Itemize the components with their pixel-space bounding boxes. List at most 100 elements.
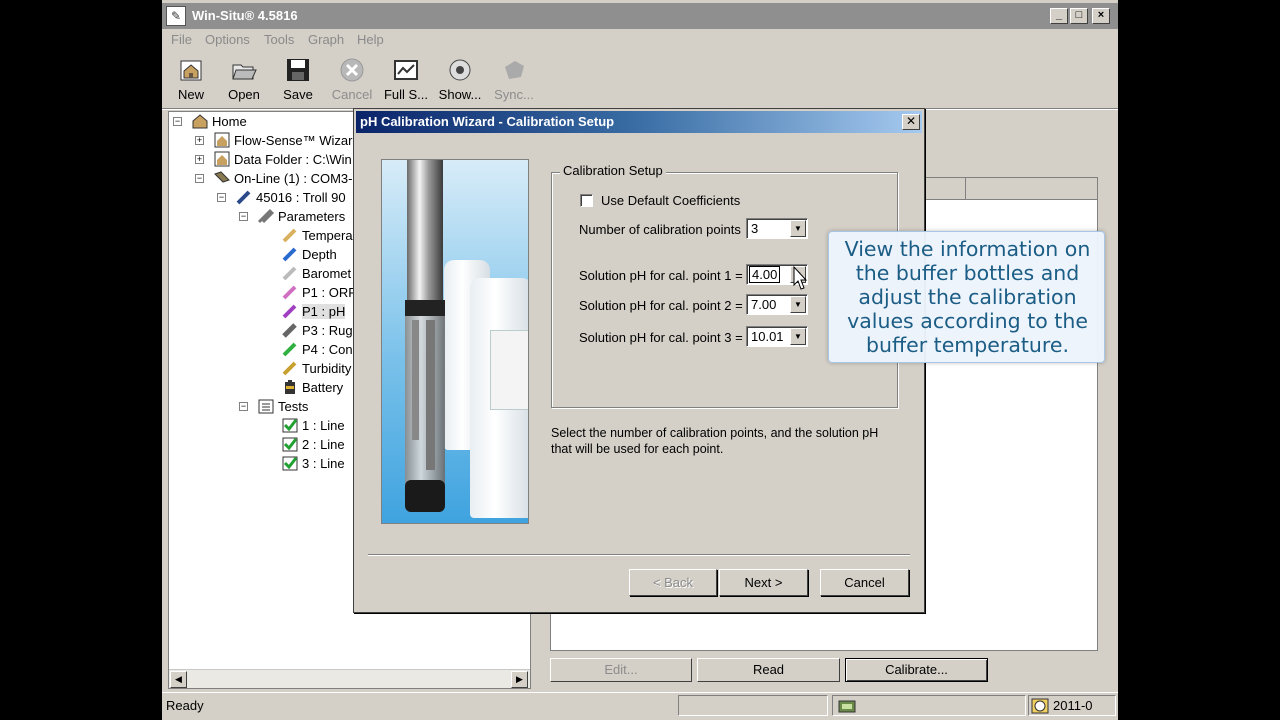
test-check-icon — [281, 436, 299, 452]
collapse-icon[interactable]: − — [239, 212, 248, 221]
tree-item-depth[interactable]: Depth — [281, 245, 337, 264]
point1-label: Solution pH for cal. point 1 = — [579, 268, 743, 283]
probe-photo — [381, 159, 529, 524]
dropdown-arrow-icon[interactable]: ▼ — [790, 220, 806, 237]
probe-icon — [235, 189, 253, 205]
sync-button[interactable]: Sync... — [488, 54, 540, 106]
turbidity-sensor-icon — [281, 360, 299, 376]
tree-item-turbidity[interactable]: Turbidity — [281, 359, 351, 378]
parameters-icon — [257, 208, 275, 224]
use-default-coefficients-checkbox[interactable] — [580, 194, 593, 207]
expand-icon[interactable]: + — [195, 155, 204, 164]
tree-item-test-3[interactable]: 3 : Line — [281, 454, 345, 473]
tree-item-temperature[interactable]: Tempera — [281, 226, 353, 245]
dropdown-arrow-icon[interactable]: ▼ — [790, 328, 806, 345]
new-button[interactable]: New — [165, 54, 217, 106]
edit-button[interactable]: Edit... — [550, 658, 692, 682]
callout-text: View the information on the buffer bottl… — [844, 237, 1091, 357]
temperature-sensor-icon — [281, 227, 299, 243]
num-points-select[interactable]: 3 ▼ — [746, 218, 808, 239]
minimize-button[interactable]: _ — [1050, 8, 1068, 24]
tree-horizontal-scrollbar[interactable]: ◀ ▶ — [169, 669, 530, 688]
folder-icon — [213, 151, 231, 167]
tree-item-conductivity[interactable]: P4 : Con — [281, 340, 353, 359]
menu-options[interactable]: Options — [205, 32, 250, 47]
conductivity-sensor-icon — [281, 341, 299, 357]
collapse-icon[interactable]: − — [217, 193, 226, 202]
tree-item-rugged[interactable]: P3 : Rug — [281, 321, 353, 340]
cancel-toolbar-button[interactable]: Cancel — [326, 54, 378, 106]
sync-icon — [501, 57, 527, 83]
status-bar: Ready 2011-0 — [162, 692, 1118, 718]
status-panel-connection — [832, 695, 1026, 716]
dialog-title-bar: pH Calibration Wizard - Calibration Setu… — [356, 111, 922, 133]
tree-item-online[interactable]: − On-Line (1) : COM3- — [195, 169, 352, 188]
dialog-title: pH Calibration Wizard - Calibration Setu… — [360, 114, 615, 129]
close-button[interactable]: × — [1092, 8, 1110, 24]
ph-sensor-icon — [281, 303, 299, 319]
clock-text: 2011-0 — [1053, 698, 1093, 713]
toolbar: New Open Save Cancel Full S... Show... S… — [162, 54, 1118, 106]
tree-item-orp[interactable]: P1 : ORP — [281, 283, 357, 302]
test-check-icon — [281, 417, 299, 433]
open-button[interactable]: Open — [218, 54, 270, 106]
menu-help[interactable]: Help — [357, 32, 384, 47]
dialog-divider — [368, 554, 910, 556]
scroll-right-arrow-icon[interactable]: ▶ — [511, 671, 528, 688]
point2-select[interactable]: 7.00 ▼ — [746, 294, 808, 315]
tree-item-parameters[interactable]: − Parameters — [239, 207, 345, 226]
tree-item-flow-sense[interactable]: + Flow-Sense™ Wizard — [195, 131, 360, 150]
tree-item-troll[interactable]: − 45016 : Troll 90 — [217, 188, 346, 207]
expand-icon[interactable]: + — [195, 136, 204, 145]
home-doc-icon — [178, 57, 204, 83]
next-button[interactable]: Next > — [719, 569, 808, 596]
collapse-icon[interactable]: − — [173, 117, 182, 126]
app-logo-icon: ✎ — [166, 6, 186, 26]
home-icon — [191, 113, 209, 129]
instruction-text: Select the number of calibration points,… — [551, 426, 879, 456]
back-button[interactable]: < Back — [629, 569, 717, 596]
menu-graph[interactable]: Graph — [308, 32, 344, 47]
floppy-icon — [285, 57, 311, 83]
tree-item-battery[interactable]: Battery — [281, 378, 343, 397]
tree-item-data-folder[interactable]: + Data Folder : C:\Win — [195, 150, 352, 169]
scroll-left-arrow-icon[interactable]: ◀ — [170, 671, 187, 688]
num-points-label: Number of calibration points — [579, 222, 741, 237]
open-folder-icon — [231, 57, 257, 83]
cancel-button[interactable]: Cancel — [820, 569, 909, 596]
probe-device-icon — [405, 160, 445, 512]
collapse-icon[interactable]: − — [195, 174, 204, 183]
dropdown-arrow-icon[interactable]: ▼ — [790, 296, 806, 313]
test-check-icon — [281, 455, 299, 471]
cancel-icon — [339, 57, 365, 83]
show-button[interactable]: Show... — [434, 54, 486, 106]
collapse-icon[interactable]: − — [239, 402, 248, 411]
tree-item-barometer[interactable]: Baromet — [281, 264, 351, 283]
read-button[interactable]: Read — [697, 658, 840, 682]
column-divider — [925, 178, 926, 200]
maximize-button[interactable]: □ — [1070, 8, 1088, 24]
tree-item-home[interactable]: − Home — [173, 112, 247, 131]
dialog-close-button[interactable]: ✕ — [902, 114, 920, 130]
tree-item-test-2[interactable]: 2 : Line — [281, 435, 345, 454]
menu-file[interactable]: File — [171, 32, 192, 47]
wizard-icon — [213, 132, 231, 148]
mouse-pointer-icon — [793, 265, 808, 290]
save-button[interactable]: Save — [272, 54, 324, 106]
tree-item-tests[interactable]: − Tests — [239, 397, 308, 416]
orp-sensor-icon — [281, 284, 299, 300]
point3-label: Solution pH for cal. point 3 = — [579, 330, 743, 345]
menu-tools[interactable]: Tools — [264, 32, 294, 47]
bottle-label-image — [490, 330, 528, 410]
calibrate-button[interactable]: Calibrate... — [845, 658, 988, 682]
point2-label: Solution pH for cal. point 2 = — [579, 298, 743, 313]
tree-item-ph[interactable]: P1 : pH — [281, 302, 346, 321]
full-screen-button[interactable]: Full S... — [380, 54, 432, 106]
title-bar: ✎ Win-Situ® 4.5816 _ □ × — [162, 3, 1118, 29]
connection-icon — [837, 697, 857, 718]
rugged-sensor-icon — [281, 322, 299, 338]
tree-item-test-1[interactable]: 1 : Line — [281, 416, 345, 435]
clock-icon — [1031, 697, 1049, 718]
point3-select[interactable]: 10.01 ▼ — [746, 326, 808, 347]
status-panel-clock: 2011-0 — [1028, 695, 1116, 716]
